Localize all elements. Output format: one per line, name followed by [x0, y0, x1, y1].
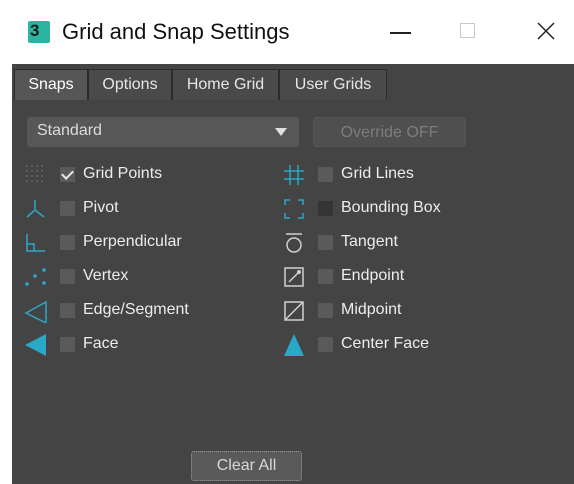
maximize-icon — [460, 23, 475, 38]
edge-segment-icon — [24, 300, 47, 323]
minimize-button[interactable] — [380, 14, 420, 50]
app-icon: 3 — [28, 21, 50, 43]
snap-perpendicular[interactable]: Perpendicular — [24, 229, 284, 257]
endpoint-label: Endpoint — [341, 267, 405, 284]
snap-vertex[interactable]: Vertex — [24, 263, 284, 291]
maximize-button[interactable] — [448, 14, 488, 50]
close-button[interactable] — [526, 14, 566, 50]
perpendicular-checkbox[interactable] — [60, 235, 75, 250]
tab-user-grids[interactable]: User Grids — [279, 69, 387, 100]
face-icon — [25, 334, 46, 356]
snap-tangent[interactable]: Tangent — [282, 229, 542, 257]
tab-bar: Snaps Options Home Grid User Grids — [12, 64, 574, 100]
tab-snaps[interactable]: Snaps — [14, 69, 88, 100]
vertex-icon — [25, 268, 46, 286]
grid-lines-icon — [284, 165, 304, 185]
tangent-icon — [286, 233, 302, 253]
edge-segment-checkbox[interactable] — [60, 303, 75, 318]
app-icon-label: 3 — [30, 21, 40, 40]
vertex-checkbox[interactable] — [60, 269, 75, 284]
midpoint-label: Midpoint — [341, 301, 402, 318]
snap-pivot[interactable]: Pivot — [24, 195, 284, 223]
grid-lines-checkbox[interactable] — [318, 167, 333, 182]
snaps-panel: Standard Override OFF Grid Points Pivot … — [12, 100, 574, 484]
midpoint-checkbox[interactable] — [318, 303, 333, 318]
snap-grid-points[interactable]: Grid Points — [24, 161, 284, 189]
pivot-icon — [26, 200, 45, 218]
dialog-body: Snaps Options Home Grid User Grids Stand… — [12, 64, 574, 484]
tab-home-grid[interactable]: Home Grid — [172, 69, 279, 100]
snap-face[interactable]: Face — [24, 331, 284, 359]
center-face-icon — [284, 334, 304, 356]
pivot-label: Pivot — [83, 199, 119, 216]
tangent-checkbox[interactable] — [318, 235, 333, 250]
bounding-box-label: Bounding Box — [341, 199, 441, 216]
grid-lines-label: Grid Lines — [341, 165, 414, 182]
center-face-checkbox[interactable] — [318, 337, 333, 352]
title-bar: 3 Grid and Snap Settings — [0, 0, 574, 64]
close-icon — [537, 22, 555, 40]
snap-center-face[interactable]: Center Face — [282, 331, 542, 359]
snap-endpoint[interactable]: Endpoint — [282, 263, 542, 291]
edge-segment-label: Edge/Segment — [83, 301, 189, 318]
dropdown-value: Standard — [37, 122, 102, 139]
clear-all-button[interactable]: Clear All — [191, 451, 302, 481]
midpoint-icon — [284, 301, 304, 321]
grid-points-icon — [26, 165, 43, 182]
vertex-label: Vertex — [83, 267, 129, 284]
grid-points-label: Grid Points — [83, 165, 163, 182]
pivot-checkbox[interactable] — [60, 201, 75, 216]
override-button[interactable]: Override OFF — [313, 117, 466, 147]
bounding-box-icon — [284, 199, 304, 219]
snap-bounding-box[interactable]: Bounding Box — [282, 195, 542, 223]
tangent-label: Tangent — [341, 233, 398, 250]
snap-grid-lines[interactable]: Grid Lines — [282, 161, 542, 189]
dropdown-arrow-icon — [275, 128, 287, 136]
snap-midpoint[interactable]: Midpoint — [282, 297, 542, 325]
minimize-icon — [390, 32, 411, 34]
endpoint-icon — [284, 267, 304, 287]
center-face-label: Center Face — [341, 335, 430, 352]
snap-edge-segment[interactable]: Edge/Segment — [24, 297, 284, 325]
face-checkbox[interactable] — [60, 337, 75, 352]
grid-points-checkbox[interactable] — [60, 167, 75, 182]
window-title: Grid and Snap Settings — [62, 19, 290, 44]
perpendicular-label: Perpendicular — [83, 233, 182, 250]
endpoint-checkbox[interactable] — [318, 269, 333, 284]
snap-type-dropdown[interactable]: Standard — [27, 117, 299, 147]
perpendicular-icon — [26, 234, 45, 252]
tab-options[interactable]: Options — [88, 69, 172, 100]
face-label: Face — [83, 335, 119, 352]
bounding-box-checkbox[interactable] — [318, 201, 333, 216]
